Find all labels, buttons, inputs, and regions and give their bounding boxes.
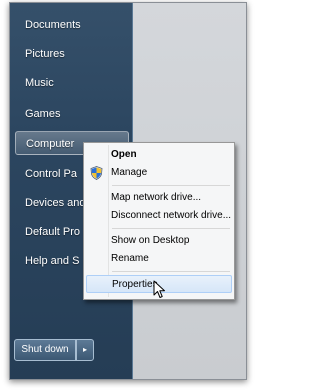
context-map-network-drive[interactable]: Map network drive... (86, 189, 232, 207)
computer-context-menu: Open Manage Map network drive... Disconn… (83, 142, 235, 300)
menu-item-games[interactable]: Games (15, 102, 129, 126)
menu-item-music[interactable]: Music (15, 71, 129, 95)
context-separator (112, 185, 230, 186)
shutdown-button[interactable]: Shut down (14, 339, 76, 361)
context-manage[interactable]: Manage (86, 164, 232, 182)
context-show-on-desktop[interactable]: Show on Desktop (86, 232, 232, 250)
context-open[interactable]: Open (86, 146, 232, 164)
menu-item-pictures[interactable]: Pictures (15, 42, 129, 66)
mouse-cursor-icon (153, 280, 165, 298)
context-separator (112, 271, 230, 272)
menu-item-documents[interactable]: Documents (15, 13, 129, 37)
context-disconnect-network-drive[interactable]: Disconnect network drive... (86, 207, 232, 225)
screenshot-frame: Documents Pictures Music Games Computer … (9, 2, 247, 380)
context-separator (112, 228, 230, 229)
context-manage-label: Manage (111, 167, 148, 178)
context-rename[interactable]: Rename (86, 250, 232, 268)
shutdown-area: Shut down ▸ (14, 339, 104, 361)
shutdown-options-arrow-icon[interactable]: ▸ (76, 339, 94, 361)
shield-icon (90, 166, 103, 180)
